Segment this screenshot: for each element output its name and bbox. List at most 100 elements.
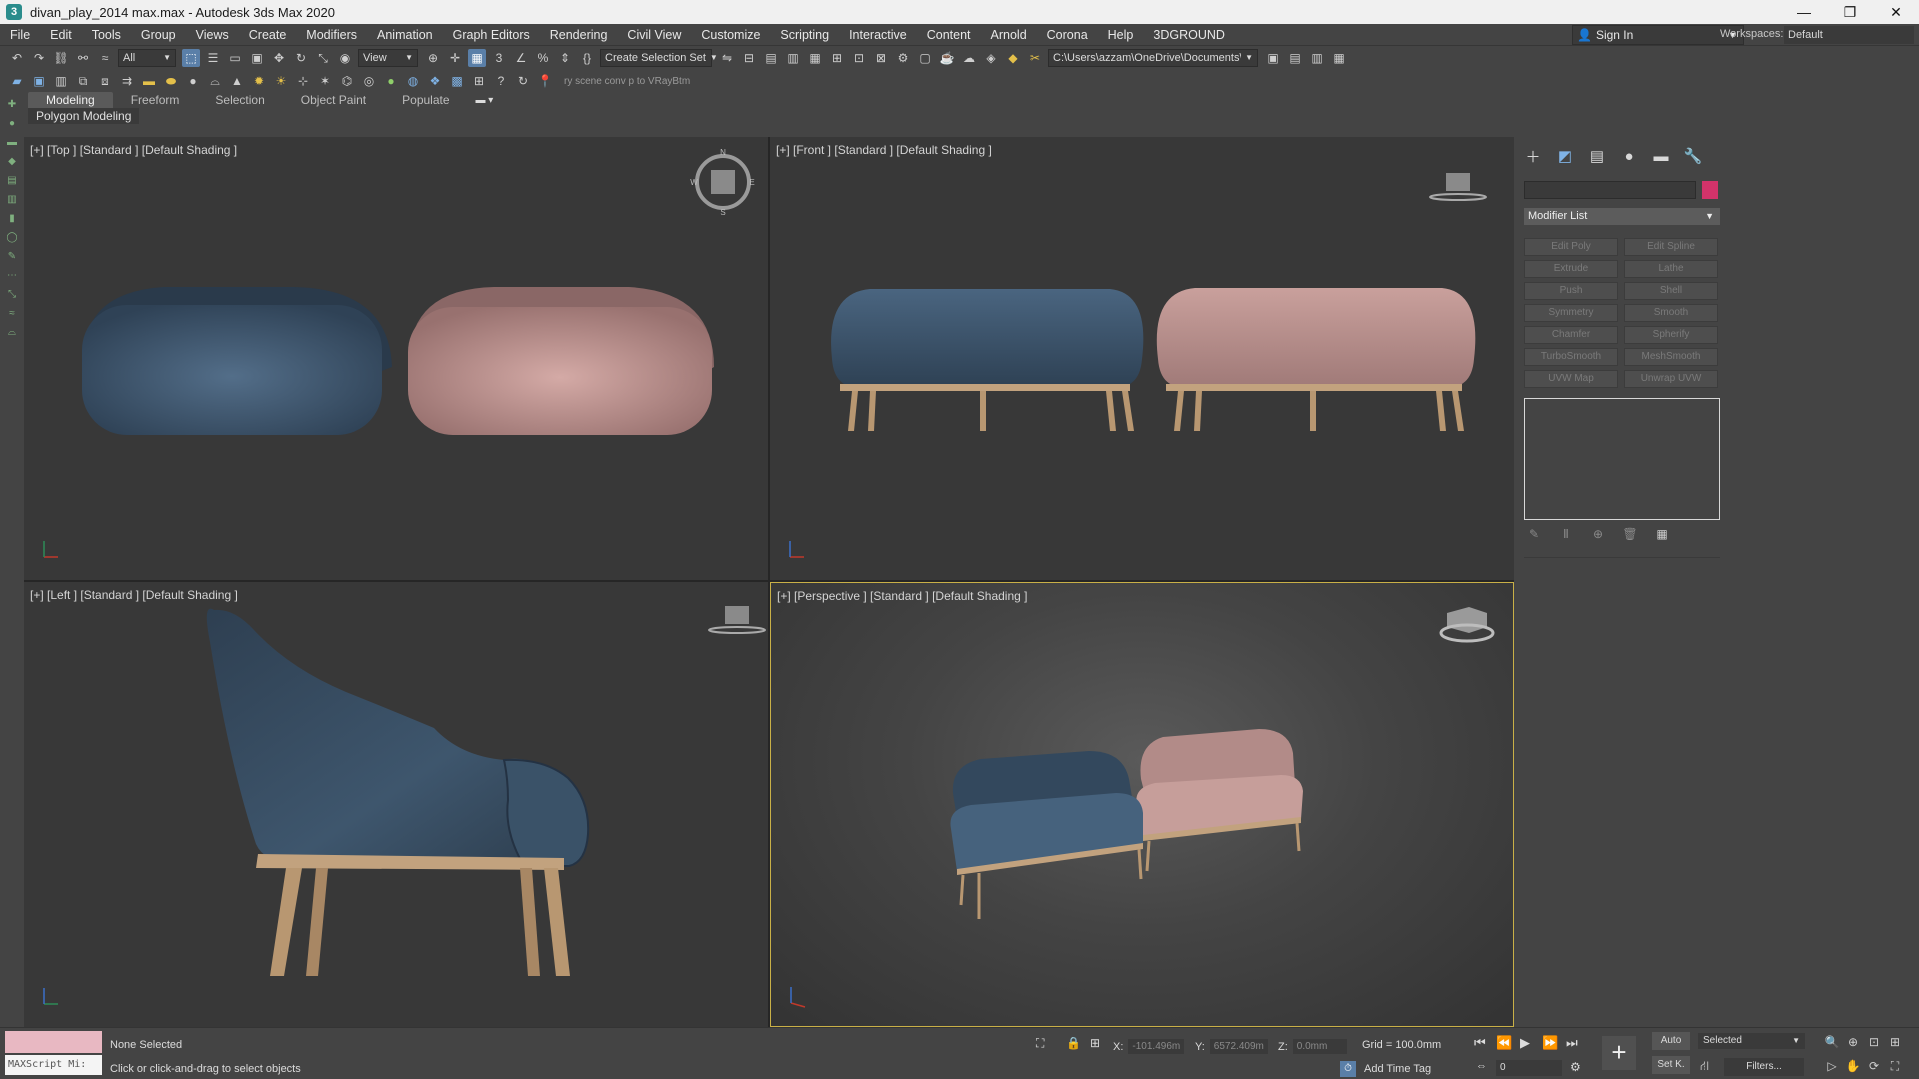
extrude-button[interactable]: Extrude <box>1524 260 1618 278</box>
paint-tool-icon[interactable]: ✎ <box>5 251 19 263</box>
object-color-swatch[interactable] <box>1702 181 1718 199</box>
modify-tool-icon[interactable]: ▮ <box>5 213 19 225</box>
pin-icon[interactable]: 📍 <box>536 72 554 90</box>
menu-customize[interactable]: Customize <box>691 24 770 46</box>
object-name-field[interactable] <box>1524 181 1696 199</box>
zoom-all-icon[interactable]: ⊕ <box>1845 1034 1861 1050</box>
snap-toggle-icon[interactable]: 3 <box>490 49 508 67</box>
menu-edit[interactable]: Edit <box>40 24 82 46</box>
spinner-snap-icon[interactable]: ⇕ <box>556 49 574 67</box>
viewport-left[interactable]: [+] [Left ] [Standard ] [Default Shading… <box>24 582 768 1027</box>
auto-key-button[interactable]: Auto <box>1652 1032 1690 1050</box>
light-icon[interactable]: ✹ <box>250 72 268 90</box>
poly-tool-icon[interactable]: ◆ <box>5 156 19 168</box>
set-key-button[interactable]: Set K. <box>1652 1056 1690 1074</box>
camera-icon[interactable]: ⊹ <box>294 72 312 90</box>
help-circle-icon[interactable]: ? <box>492 72 510 90</box>
hierarchy-icon[interactable]: ⧈ <box>96 72 114 90</box>
play-icon[interactable]: ▶ <box>1520 1035 1530 1051</box>
scale-icon[interactable]: ⤡ <box>314 49 332 67</box>
coord-y-value[interactable]: 6572.409m <box>1209 1039 1268 1054</box>
cylinder-icon[interactable]: ⬬ <box>162 72 180 90</box>
make-unique-icon[interactable]: ⊕ <box>1590 527 1606 543</box>
shell-button[interactable]: Shell <box>1624 282 1718 300</box>
field-of-view-icon[interactable]: ▷ <box>1824 1058 1840 1074</box>
project-path-select[interactable]: C:\Users\azzam\OneDrive\Documents\3ds Ma… <box>1048 49 1258 67</box>
chamfer-button[interactable]: Chamfer <box>1524 326 1618 344</box>
place-icon[interactable]: ◉ <box>336 49 354 67</box>
angle-snap-icon[interactable]: ∠ <box>512 49 530 67</box>
sun-icon[interactable]: ☀ <box>272 72 290 90</box>
lasso-tool-icon[interactable]: ⌓ <box>5 327 19 339</box>
lock-selection-icon[interactable]: 🔒 <box>1066 1036 1081 1050</box>
pan-icon[interactable]: ✋ <box>1845 1058 1861 1074</box>
unwrap-uvw-button[interactable]: Unwrap UVW <box>1624 370 1718 388</box>
grid-tool-icon[interactable]: ⋯ <box>5 270 19 282</box>
percent-snap-icon[interactable]: % <box>534 49 552 67</box>
next-frame-icon[interactable]: ⏩ <box>1542 1035 1558 1051</box>
keyboard-shortcut-icon[interactable]: ▦ <box>468 49 486 67</box>
reference-icon[interactable]: ⇉ <box>118 72 136 90</box>
link-icon[interactable]: ⛓ <box>52 49 70 67</box>
motion-panel-icon[interactable]: ● <box>1616 145 1642 167</box>
curve-editor-icon[interactable]: ⊞ <box>828 49 846 67</box>
menu-civil-view[interactable]: Civil View <box>617 24 691 46</box>
remove-modifier-icon[interactable]: 🗑 <box>1622 527 1638 543</box>
menu-help[interactable]: Help <box>1098 24 1144 46</box>
filters-button[interactable]: Filters... <box>1724 1058 1804 1076</box>
menu-rendering[interactable]: Rendering <box>540 24 618 46</box>
show-end-result-icon[interactable]: Ⅱ <box>1558 527 1574 543</box>
torus-icon[interactable]: ⌓ <box>206 72 224 90</box>
turbosmooth-button[interactable]: TurboSmooth <box>1524 348 1618 366</box>
maxscript-output[interactable] <box>5 1031 102 1053</box>
set-key-big-button[interactable]: + <box>1602 1036 1636 1070</box>
menu-file[interactable]: File <box>0 24 40 46</box>
maxscript-input[interactable]: MAXScript Mi: <box>5 1055 102 1075</box>
menu-interactive[interactable]: Interactive <box>839 24 917 46</box>
time-config-icon[interactable]: ⚙ <box>1570 1060 1581 1074</box>
display-panel-icon[interactable]: ▬ <box>1648 145 1674 167</box>
selection-filter-select[interactable]: All ▼ <box>118 49 176 67</box>
mirror-icon[interactable]: ⇋ <box>718 49 736 67</box>
pivot-center-icon[interactable]: ⊕ <box>424 49 442 67</box>
menu-corona[interactable]: Corona <box>1037 24 1098 46</box>
box-icon[interactable]: ▬ <box>140 72 158 90</box>
goto-start-icon[interactable]: ⏮ <box>1474 1035 1486 1051</box>
point-tool-icon[interactable]: ● <box>5 118 19 130</box>
tab-populate[interactable]: Populate <box>384 92 467 108</box>
absolute-mode-icon[interactable]: ⊞ <box>1090 1036 1100 1050</box>
current-frame-field[interactable]: 0 <box>1496 1060 1562 1076</box>
menu-3dground[interactable]: 3DGROUND <box>1143 24 1235 46</box>
undo-icon[interactable]: ↶ <box>8 49 26 67</box>
create-panel-icon[interactable]: ＋ <box>1520 145 1546 167</box>
object-props-icon[interactable]: ⊞ <box>470 72 488 90</box>
move-icon[interactable]: ✥ <box>270 49 288 67</box>
select-by-name-icon[interactable]: ☰ <box>204 49 222 67</box>
viewport-perspective[interactable]: [+] [Perspective ] [Standard ] [Default … <box>770 582 1514 1027</box>
toggle-ribbon-icon[interactable]: ▦ <box>806 49 824 67</box>
close-button[interactable]: ✕ <box>1873 0 1919 24</box>
key-filter-icon[interactable]: ⛙ <box>1700 1058 1709 1076</box>
tab-modeling[interactable]: Modeling <box>28 92 113 108</box>
window-crossing-icon[interactable]: ▣ <box>248 49 266 67</box>
coord-z-value[interactable]: 0.0mm <box>1292 1039 1347 1054</box>
spacewarp-icon[interactable]: ⌬ <box>338 72 356 90</box>
bind-space-warp-icon[interactable]: ≈ <box>96 49 114 67</box>
ribbon-options-icon[interactable]: ▬ ▾ <box>476 95 494 106</box>
project-settings-icon[interactable]: ▦ <box>1330 49 1348 67</box>
asset-tracking-icon[interactable]: ▥ <box>1308 49 1326 67</box>
tab-object-paint[interactable]: Object Paint <box>283 92 384 108</box>
rendered-frame-window-icon[interactable]: ▢ <box>916 49 934 67</box>
select-object-icon[interactable]: ⬚ <box>182 49 200 67</box>
spherify-button[interactable]: Spherify <box>1624 326 1718 344</box>
edit-spline-button[interactable]: Edit Spline <box>1624 238 1718 256</box>
zoom-extents-all-icon[interactable]: ⊞ <box>1887 1034 1903 1050</box>
palette-icon[interactable]: ❖ <box>426 72 444 90</box>
unlink-icon[interactable]: ⚯ <box>74 49 92 67</box>
menu-arnold[interactable]: Arnold <box>981 24 1037 46</box>
menu-animation[interactable]: Animation <box>367 24 443 46</box>
script-run-icon[interactable]: ↻ <box>514 72 532 90</box>
viewport-front[interactable]: [+] [Front ] [Standard ] [Default Shadin… <box>770 137 1514 580</box>
zoom-extents-icon[interactable]: ⊡ <box>1866 1034 1882 1050</box>
render-in-cloud-icon[interactable]: ☁ <box>960 49 978 67</box>
